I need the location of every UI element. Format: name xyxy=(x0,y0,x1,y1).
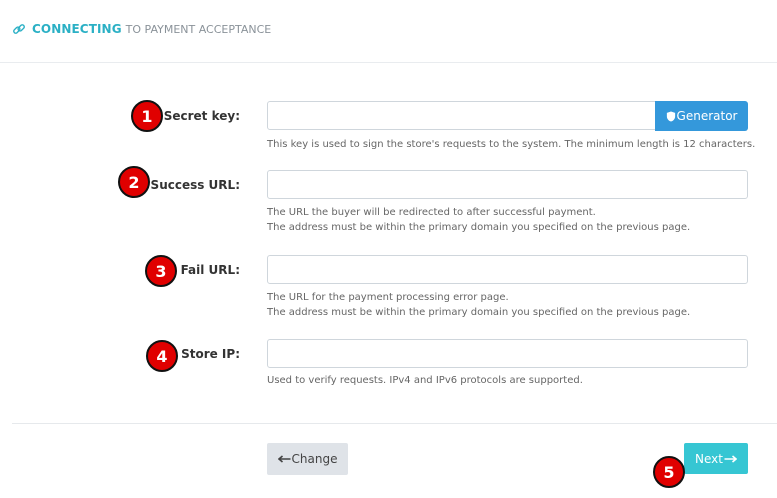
help-line: The URL the buyer will be redirected to … xyxy=(267,207,596,218)
success-url-input[interactable] xyxy=(267,170,748,199)
step-badge-1: 1 xyxy=(131,100,163,132)
arrow-right-icon xyxy=(724,454,737,463)
page-title: CONNECTING xyxy=(32,22,122,36)
next-button[interactable]: Next xyxy=(684,443,748,474)
link-icon xyxy=(13,24,25,34)
change-button-label: Change xyxy=(291,452,338,466)
help-line: The address must be within the primary d… xyxy=(267,222,691,233)
success-url-help: The URL the buyer will be redirected to … xyxy=(267,205,690,235)
help-line: Used to verify requests. IPv4 and IPv6 p… xyxy=(267,375,583,386)
store-ip-input[interactable] xyxy=(267,339,748,368)
help-line: This key is used to sign the store's req… xyxy=(267,139,756,150)
step-badge-3: 3 xyxy=(145,255,177,287)
fail-url-label: Fail URL: xyxy=(180,263,240,277)
footer-divider xyxy=(12,423,777,424)
generator-button-label: Generator xyxy=(676,109,738,123)
next-button-label: Next xyxy=(695,451,723,466)
step-badge-5: 5 xyxy=(653,456,685,488)
secret-key-input[interactable] xyxy=(267,101,656,130)
step-badge-4: 4 xyxy=(146,340,178,372)
store-ip-label: Store IP: xyxy=(181,347,240,361)
help-line: The address must be within the primary d… xyxy=(267,307,691,318)
step-badge-2: 2 xyxy=(118,166,150,198)
generator-button[interactable]: Generator xyxy=(655,101,748,131)
header-divider xyxy=(0,62,777,63)
page-subtitle: TO PAYMENT ACCEPTANCE xyxy=(125,22,272,36)
secret-key-label: Secret key: xyxy=(163,109,240,123)
success-url-label: Success URL: xyxy=(150,178,240,192)
change-button[interactable]: Change xyxy=(267,443,348,475)
shield-icon xyxy=(666,110,675,122)
store-ip-help: Used to verify requests. IPv4 and IPv6 p… xyxy=(267,373,583,388)
fail-url-help: The URL for the payment processing error… xyxy=(267,290,690,320)
page-header: CONNECTING TO PAYMENT ACCEPTANCE xyxy=(12,20,271,38)
help-line: The URL for the payment processing error… xyxy=(267,292,509,303)
fail-url-input[interactable] xyxy=(267,255,748,284)
arrow-left-icon xyxy=(277,455,291,463)
secret-key-help: This key is used to sign the store's req… xyxy=(267,137,755,152)
